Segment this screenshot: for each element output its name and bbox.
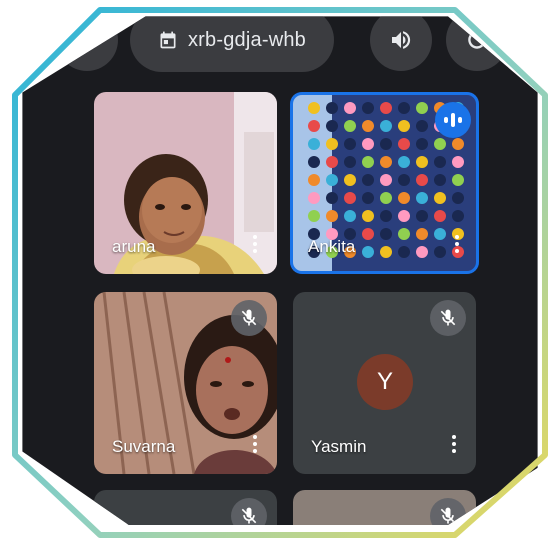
decorative-frame — [12, 7, 548, 538]
